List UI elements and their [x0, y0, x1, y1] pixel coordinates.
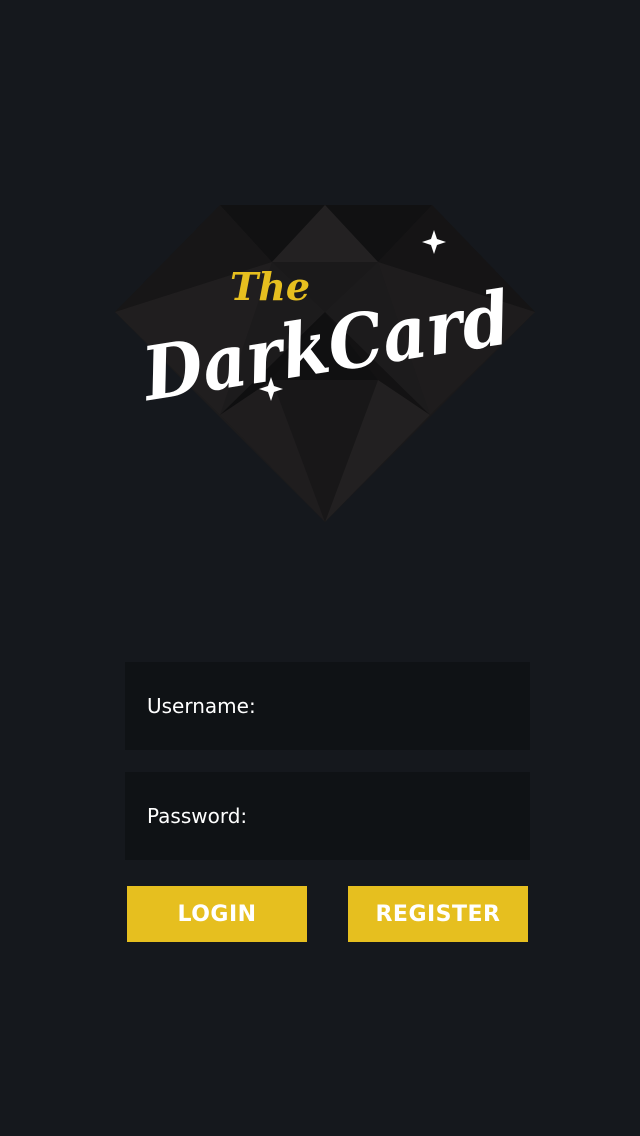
diamond-logo-icon: The DarkCard: [115, 205, 535, 522]
password-input[interactable]: [253, 796, 508, 836]
login-screen: The DarkCard Username: Password: LOGIN R…: [0, 0, 640, 1136]
password-label: Password:: [147, 804, 248, 828]
dark-card-logo: The DarkCard: [110, 200, 540, 530]
register-button[interactable]: REGISTER: [348, 886, 528, 942]
brand-the-text: The: [230, 264, 310, 309]
username-input[interactable]: [261, 686, 508, 726]
username-label: Username:: [147, 694, 256, 718]
username-field[interactable]: Username:: [125, 662, 530, 750]
password-field[interactable]: Password:: [125, 772, 530, 860]
login-button[interactable]: LOGIN: [127, 886, 307, 942]
